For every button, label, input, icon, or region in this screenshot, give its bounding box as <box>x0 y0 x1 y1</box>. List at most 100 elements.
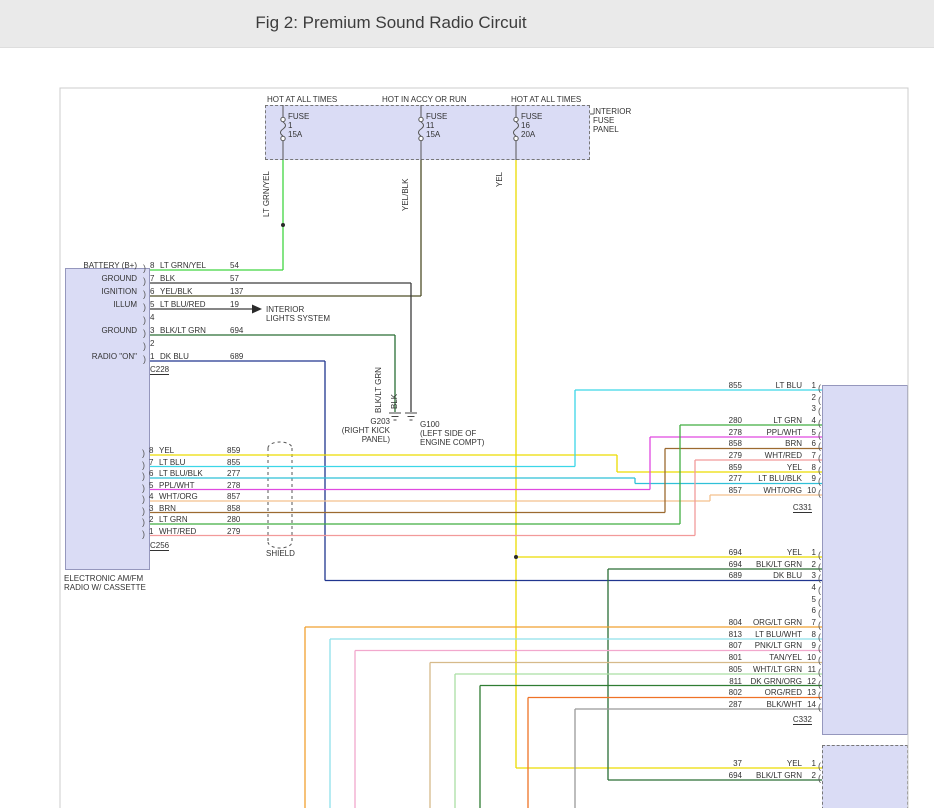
c331-pin-row: 859 YEL 8 <box>724 460 824 472</box>
circuit-number: 278 <box>227 481 240 490</box>
pin-bracket-icon <box>818 633 824 642</box>
c332-pin-row: 811 DK GRN/ORG 12 <box>724 674 824 686</box>
connector-name: C228 <box>150 365 169 375</box>
wire-color-label: DK BLU <box>160 352 220 361</box>
wire-color-label: LT GRN/YEL <box>160 261 220 270</box>
pin-bracket-icon <box>818 621 824 630</box>
wire-color-label: LT BLU/WHT <box>742 630 806 639</box>
circuit-number: 858 <box>724 439 742 448</box>
pin-number: 5 <box>806 428 818 437</box>
wire-color-label: WHT/RED <box>742 451 806 460</box>
pin-bracket-icon <box>818 442 824 451</box>
wire-color-label: WHT/LT GRN <box>742 665 806 674</box>
c256-pin-row: 2 LT GRN 280 <box>142 513 240 525</box>
wire-color-label: LT GRN <box>742 416 806 425</box>
c256-pin-row: 5 PPL/WHT 278 <box>142 478 240 490</box>
circuit-number: 859 <box>724 463 742 472</box>
circuit-number: 54 <box>230 261 239 270</box>
circuit-number: 279 <box>724 451 742 460</box>
c332-pin-row: 805 WHT/LT GRN 11 <box>724 662 824 674</box>
circuit-number: 813 <box>724 630 742 639</box>
diagram-canvas: HOT AT ALL TIMES HOT IN ACCY OR RUN HOT … <box>0 48 934 808</box>
circuit-number: 801 <box>724 653 742 662</box>
circuit-number: 694 <box>230 326 243 335</box>
pin-number: 8 <box>149 446 159 455</box>
caption-line: ELECTRONIC AM/FM <box>64 574 146 583</box>
wire-color-label: PPL/WHT <box>742 428 806 437</box>
pin-bracket-icon <box>818 598 824 607</box>
wire-dk-blu-689 <box>150 361 822 581</box>
connector-label-c332: C332 <box>776 715 812 724</box>
pin-number: 6 <box>149 469 159 478</box>
wire-color-label: YEL <box>742 548 806 557</box>
c331-pin-row: 858 BRN 6 <box>724 437 824 449</box>
pin-bracket-icon <box>818 489 824 498</box>
c256-pin-row: 1 WHT/RED 279 <box>142 524 240 536</box>
pin-bracket-icon <box>143 277 150 286</box>
pin-bracket-icon <box>818 680 824 689</box>
c331-pin-row: 857 WHT/ORG 10 <box>724 483 824 495</box>
pin-number: 4 <box>150 313 160 322</box>
hot-label-2: HOT IN ACCY OR RUN <box>382 95 467 104</box>
wire-color-label: BRN <box>742 439 806 448</box>
fuse-16-symbol <box>514 105 519 160</box>
vertical-wire-label-blk: BLK <box>390 394 399 409</box>
note-line: FUSE <box>593 116 631 125</box>
pin-number: 3 <box>806 571 818 580</box>
wire-color-label: BLK/LT GRN <box>160 326 220 335</box>
pin-bracket-icon <box>142 495 149 504</box>
c331-pin-row: 280 LT GRN 4 <box>724 413 824 425</box>
ground-location: ENGINE COMPT) <box>420 438 484 447</box>
wire-color-label: ORG/RED <box>742 688 806 697</box>
c228-pin-row: ILLUM 5 LT BLU/RED 19 <box>67 296 243 309</box>
fuse-1-symbol <box>281 105 286 160</box>
fuse-11-symbol <box>419 105 424 160</box>
pin-bracket-icon <box>818 774 824 783</box>
connector-c332-pin-rows: 694 YEL 1 694 BLK/LT GRN 2 689 DK BLU 3 <box>724 545 824 709</box>
pin-bracket-icon <box>818 384 824 393</box>
pin-number: 5 <box>806 595 818 604</box>
interior-lights-note: INTERIOR LIGHTS SYSTEM <box>266 305 330 323</box>
pin-number: 9 <box>806 474 818 483</box>
circuit-number: 57 <box>230 274 239 283</box>
circuit-number: 804 <box>724 618 742 627</box>
c256-pin-row: 6 LT BLU/BLK 277 <box>142 467 240 479</box>
pin-number: 3 <box>806 404 818 413</box>
circuit-number: 859 <box>227 446 240 455</box>
pin-bracket-icon <box>818 668 824 677</box>
radio-terminal-label: GROUND <box>67 326 143 335</box>
circuit-number: 287 <box>724 700 742 709</box>
wire-color-label: DK BLU <box>742 571 806 580</box>
c331-pin-row: 3 <box>724 402 824 414</box>
pin-number: 2 <box>806 393 818 402</box>
pin-number: 1 <box>149 527 159 536</box>
note-line: INTERIOR <box>266 305 330 314</box>
c332-pin-row: 694 BLK/LT GRN 2 <box>724 557 824 569</box>
pin-bracket-icon <box>143 303 150 312</box>
pin-bracket-icon <box>143 342 150 351</box>
circuit-number: 807 <box>724 641 742 650</box>
pin-bracket-icon <box>818 586 824 595</box>
vertical-wire-label-yel: YEL <box>495 172 504 187</box>
pin-bracket-icon <box>142 484 149 493</box>
pin-number: 7 <box>150 274 160 283</box>
pin-number: 6 <box>806 606 818 615</box>
circuit-number: 857 <box>227 492 240 501</box>
pin-bracket-icon <box>143 264 150 273</box>
c332-pin-row: 807 PNK/LT GRN 9 <box>724 639 824 651</box>
c332-pin-row: 287 BLK/WHT 14 <box>724 697 824 709</box>
circuit-number: 802 <box>724 688 742 697</box>
pin-number: 6 <box>806 439 818 448</box>
pin-bracket-icon <box>142 507 149 516</box>
wire-color-label: LT BLU/BLK <box>742 474 806 483</box>
splice-dot-yellow <box>514 555 518 559</box>
pin-bracket-icon <box>818 609 824 618</box>
pin-bracket-icon <box>818 396 824 405</box>
pin-number: 10 <box>806 486 818 495</box>
circuit-number: 805 <box>724 665 742 674</box>
circuit-number: 137 <box>230 287 243 296</box>
c256-pin-row: 8 YEL 859 <box>142 444 240 456</box>
ground-g203-label: G203 (RIGHT KICK PANEL) <box>330 417 390 444</box>
fuse-amps: 20A <box>521 130 542 139</box>
circuit-number: 280 <box>724 416 742 425</box>
